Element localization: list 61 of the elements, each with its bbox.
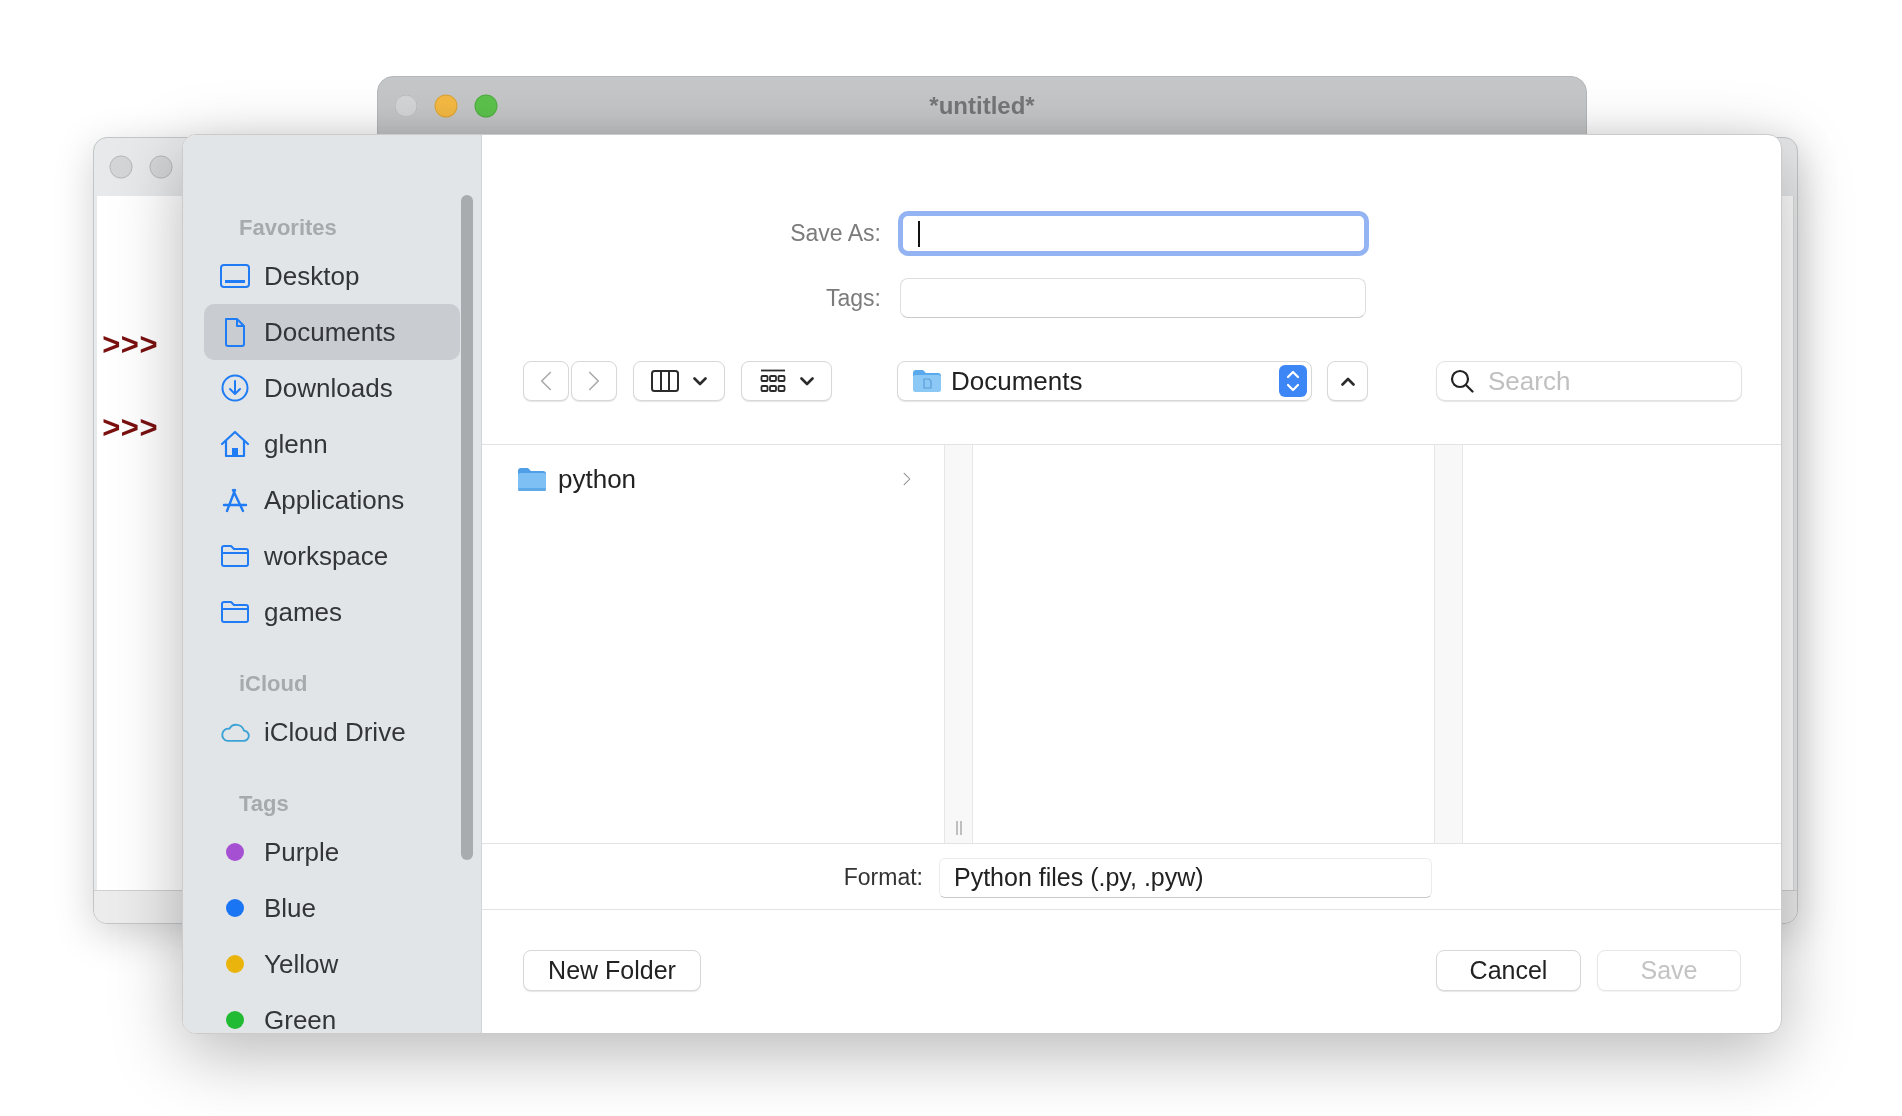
resize-handle-icon xyxy=(954,821,963,835)
window-title: *untitled* xyxy=(929,91,1035,121)
folder-icon xyxy=(220,600,250,624)
window-close-icon[interactable] xyxy=(394,94,418,118)
caret-up-icon xyxy=(1340,376,1355,386)
window-close-icon[interactable] xyxy=(109,155,133,179)
folder-row[interactable]: python xyxy=(482,459,944,499)
format-label: Format: xyxy=(842,863,923,893)
sidebar-item[interactable]: iCloud Drive xyxy=(204,704,460,760)
tag-item[interactable]: Purple xyxy=(204,824,460,880)
folder-icon xyxy=(912,369,942,393)
cloud-icon xyxy=(220,721,250,743)
sidebar-item[interactable]: games xyxy=(204,584,460,640)
column-resizer[interactable] xyxy=(1434,445,1463,843)
format-popup[interactable]: Python files (.py, .pyw) xyxy=(939,857,1432,898)
new-folder-button[interactable]: New Folder xyxy=(523,950,701,991)
scrollbar-thumb[interactable] xyxy=(461,195,473,860)
sidebar-item[interactable]: workspace xyxy=(204,528,460,584)
tags-label: Tags: xyxy=(825,283,881,313)
sidebar-item[interactable]: Desktop xyxy=(204,248,460,304)
document-icon xyxy=(224,317,246,347)
text-cursor xyxy=(918,221,920,247)
tags-field[interactable] xyxy=(900,278,1366,318)
stepper-arrows-icon xyxy=(1279,365,1307,397)
toggle-button[interactable] xyxy=(1327,361,1368,401)
sidebar-item[interactable]: Documents xyxy=(204,304,460,360)
sidebar-item[interactable]: glenn xyxy=(204,416,460,472)
folder-icon xyxy=(220,544,250,568)
folder-icon xyxy=(517,466,547,492)
sidebar-section-header: iCloud xyxy=(239,670,308,698)
chevron-right-icon xyxy=(903,472,911,486)
house-icon xyxy=(220,430,250,458)
view-mode-button[interactable] xyxy=(633,361,725,401)
columns-icon xyxy=(651,370,679,392)
grid-icon xyxy=(759,369,786,393)
desktop-icon xyxy=(220,264,250,288)
column-resizer[interactable] xyxy=(944,445,973,843)
search-field[interactable]: Search xyxy=(1436,361,1742,401)
sidebar-item[interactable]: Applications xyxy=(204,472,460,528)
group-button[interactable] xyxy=(741,361,832,401)
save-as-label: Save As: xyxy=(789,219,881,249)
sidebar-section-header: Tags xyxy=(239,790,289,818)
shell-prompt: >>> xyxy=(102,413,158,447)
tag-item[interactable]: Blue xyxy=(204,880,460,936)
download-icon xyxy=(221,374,249,402)
window-minimize-icon[interactable] xyxy=(149,155,173,179)
app-store-icon xyxy=(221,486,249,514)
save-as-field[interactable] xyxy=(898,211,1369,256)
chevron-left-icon xyxy=(540,370,552,392)
chevron-right-icon xyxy=(588,370,600,392)
window-zoom-icon[interactable] xyxy=(474,94,498,118)
caret-down-icon xyxy=(799,376,814,386)
caret-down-icon xyxy=(693,376,707,386)
tag-item[interactable]: Yellow xyxy=(204,936,460,992)
cancel-button[interactable]: Cancel xyxy=(1436,950,1581,991)
tag-item[interactable]: Green xyxy=(204,992,460,1033)
shell-prompt: >>> xyxy=(102,330,158,364)
location-popup[interactable]: Documents xyxy=(897,361,1312,401)
sidebar-item[interactable]: Downloads xyxy=(204,360,460,416)
sidebar-section-header: Favorites xyxy=(239,214,337,242)
search-icon xyxy=(1450,369,1474,393)
